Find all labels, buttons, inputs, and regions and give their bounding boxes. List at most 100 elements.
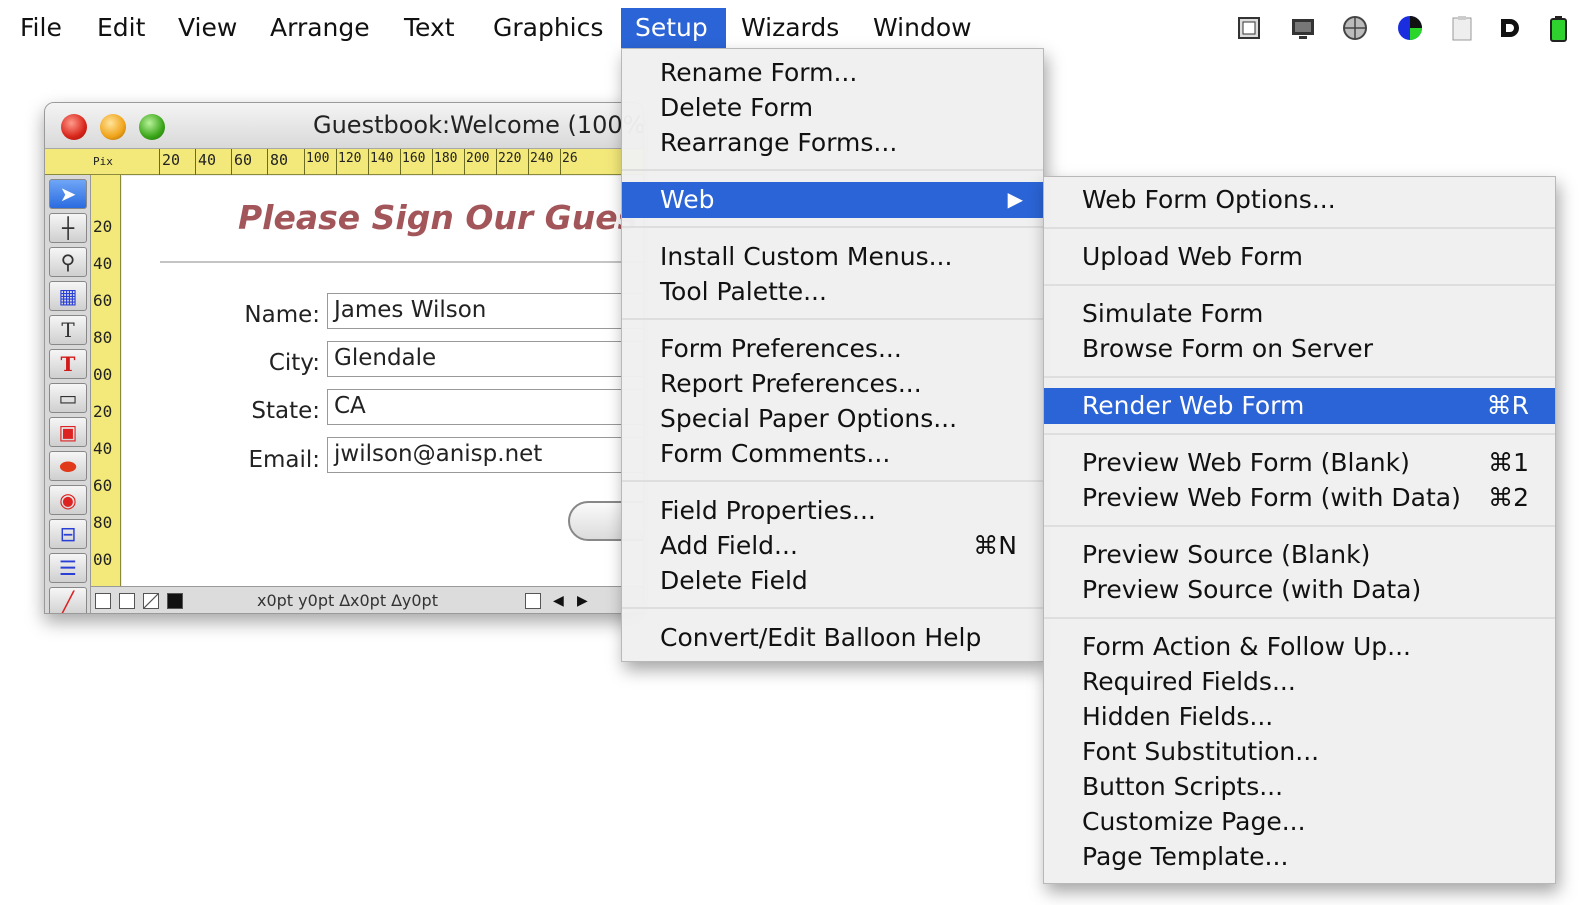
menu-item-field-properties[interactable]: Field Properties... — [622, 493, 1043, 528]
fill-none-icon[interactable] — [95, 593, 111, 609]
menu-item-preview-web-form-data[interactable]: Preview Web Form (with Data) ⌘2 — [1044, 480, 1555, 515]
scroll-right-icon[interactable]: ▶ — [577, 593, 593, 609]
menu-item-report-preferences[interactable]: Report Preferences... — [622, 366, 1043, 401]
clipboard-icon[interactable] — [1449, 14, 1475, 42]
close-button[interactable] — [61, 114, 87, 140]
crosshair-tool-icon[interactable]: ┼ — [49, 213, 87, 243]
menu-item-label: Add Field... — [660, 531, 798, 560]
d-app-icon[interactable] — [1497, 14, 1523, 42]
menu-item-label: Tool Palette... — [660, 277, 827, 306]
menu-separator — [1044, 525, 1555, 527]
menu-item-rename-form[interactable]: Rename Form... — [622, 55, 1043, 90]
text-tool-icon[interactable]: T — [49, 315, 87, 345]
menu-setup[interactable]: Setup — [621, 8, 726, 48]
city-field[interactable]: Glendale — [327, 341, 643, 377]
city-label: City: — [268, 350, 320, 376]
menu-item-browse-form-on-server[interactable]: Browse Form on Server — [1044, 331, 1555, 366]
menu-item-form-comments[interactable]: Form Comments... — [622, 436, 1043, 471]
battery-icon[interactable] — [1545, 14, 1571, 42]
shortcut-label: ⌘R — [1486, 391, 1529, 420]
menu-text[interactable]: Text — [390, 8, 469, 48]
fill-black-icon[interactable] — [167, 593, 183, 609]
menu-item-web[interactable]: Web ▶ — [622, 182, 1043, 218]
menu-separator — [622, 318, 1043, 320]
line-tool-icon[interactable]: ╱ — [49, 587, 87, 613]
line-style-icon[interactable] — [143, 593, 159, 609]
email-field[interactable]: jwilson@anisp.net — [327, 437, 643, 473]
menu-item-preview-source-data[interactable]: Preview Source (with Data) — [1044, 572, 1555, 607]
image-tool-icon[interactable]: ▣ — [49, 417, 87, 447]
menu-item-font-substitution[interactable]: Font Substitution... — [1044, 734, 1555, 769]
menu-item-required-fields[interactable]: Required Fields... — [1044, 664, 1555, 699]
menu-item-delete-field[interactable]: Delete Field — [622, 563, 1043, 598]
menu-item-upload-web-form[interactable]: Upload Web Form — [1044, 239, 1555, 274]
menu-item-web-form-options[interactable]: Web Form Options... — [1044, 182, 1555, 217]
menu-item-label: Convert/Edit Balloon Help — [660, 623, 982, 652]
outline-icon[interactable] — [119, 593, 135, 609]
zoom-button[interactable] — [139, 114, 165, 140]
menu-item-delete-form[interactable]: Delete Form — [622, 90, 1043, 125]
scroll-left-icon[interactable]: ◀ — [553, 593, 569, 609]
menu-item-label: Install Custom Menus... — [660, 242, 953, 271]
menu-item-render-web-form[interactable]: Render Web Form ⌘R — [1044, 388, 1555, 424]
menu-item-simulate-form[interactable]: Simulate Form — [1044, 296, 1555, 331]
state-label: State: — [251, 398, 320, 424]
menu-item-install-custom-menus[interactable]: Install Custom Menus... — [622, 239, 1043, 274]
menu-item-special-paper-options[interactable]: Special Paper Options... — [622, 401, 1043, 436]
button-tool-icon[interactable]: ⬬ — [49, 451, 87, 481]
shortcut-label: ⌘2 — [1488, 483, 1529, 512]
minimize-button[interactable] — [100, 114, 126, 140]
ruler-label: 80 — [93, 328, 113, 347]
menu-file[interactable]: File — [6, 8, 76, 48]
ruler-label: 60 — [93, 291, 113, 310]
title-bar[interactable]: Guestbook:Welcome (100% — [45, 103, 643, 149]
menu-item-rearrange-forms[interactable]: Rearrange Forms... — [622, 125, 1043, 160]
grid-tool-icon[interactable]: ▦ — [49, 281, 87, 311]
menu-separator — [1044, 284, 1555, 286]
ruler-label: 26 — [562, 151, 578, 166]
popup-tool-icon[interactable]: ⊟ — [49, 519, 87, 549]
menu-item-customize-page[interactable]: Customize Page... — [1044, 804, 1555, 839]
menu-view[interactable]: View — [164, 8, 251, 48]
menu-item-button-scripts[interactable]: Button Scripts... — [1044, 769, 1555, 804]
menu-edit[interactable]: Edit — [83, 8, 159, 48]
menu-item-label: Preview Web Form (with Data) — [1082, 483, 1461, 512]
rectangle-tool-icon[interactable]: ▭ — [49, 383, 87, 413]
menu-item-form-preferences[interactable]: Form Preferences... — [622, 331, 1043, 366]
list-tool-icon[interactable]: ☰ — [49, 553, 87, 583]
menu-item-hidden-fields[interactable]: Hidden Fields... — [1044, 699, 1555, 734]
menu-bar: File Edit View Arrange Text Graphics Set… — [0, 0, 1592, 50]
menu-item-page-template[interactable]: Page Template... — [1044, 839, 1555, 874]
menu-separator — [1044, 376, 1555, 378]
menu-item-add-field[interactable]: Add Field... ⌘N — [622, 528, 1043, 563]
radio-tool-icon[interactable]: ◉ — [49, 485, 87, 515]
menu-graphics[interactable]: Graphics — [479, 8, 617, 48]
ruler-label: 80 — [93, 513, 113, 532]
color-wheel-icon[interactable] — [1397, 14, 1423, 42]
window-icon[interactable] — [1236, 14, 1262, 42]
menu-separator — [1044, 617, 1555, 619]
pointer-tool-icon[interactable]: ➤ — [49, 179, 87, 209]
name-field[interactable]: James Wilson — [327, 293, 643, 329]
menu-item-balloon-help[interactable]: Convert/Edit Balloon Help — [622, 620, 1043, 655]
menu-separator — [1044, 433, 1555, 435]
setup-menu: Rename Form... Delete Form Rearrange For… — [621, 48, 1044, 662]
state-field[interactable]: CA — [327, 389, 643, 425]
shortcut-label: ⌘N — [973, 531, 1017, 560]
field-text-tool-icon[interactable]: T — [49, 349, 87, 379]
menu-item-label: Delete Field — [660, 566, 808, 595]
divider — [160, 261, 643, 263]
menu-item-preview-web-form-blank[interactable]: Preview Web Form (Blank) ⌘1 — [1044, 445, 1555, 480]
menu-wizards[interactable]: Wizards — [727, 8, 853, 48]
menu-item-tool-palette[interactable]: Tool Palette... — [622, 274, 1043, 309]
menu-item-label: Web — [660, 185, 715, 214]
menu-window[interactable]: Window — [859, 8, 986, 48]
display-icon[interactable] — [1290, 14, 1316, 42]
menu-arrange[interactable]: Arrange — [256, 8, 384, 48]
globe-icon[interactable] — [1342, 14, 1368, 42]
checkmark-icon[interactable] — [525, 593, 541, 609]
form-canvas[interactable]: Please Sign Our Gues Name: James Wilson … — [122, 176, 643, 586]
menu-item-preview-source-blank[interactable]: Preview Source (Blank) — [1044, 537, 1555, 572]
magnifier-tool-icon[interactable]: ⚲ — [49, 247, 87, 277]
menu-item-form-action[interactable]: Form Action & Follow Up... — [1044, 629, 1555, 664]
